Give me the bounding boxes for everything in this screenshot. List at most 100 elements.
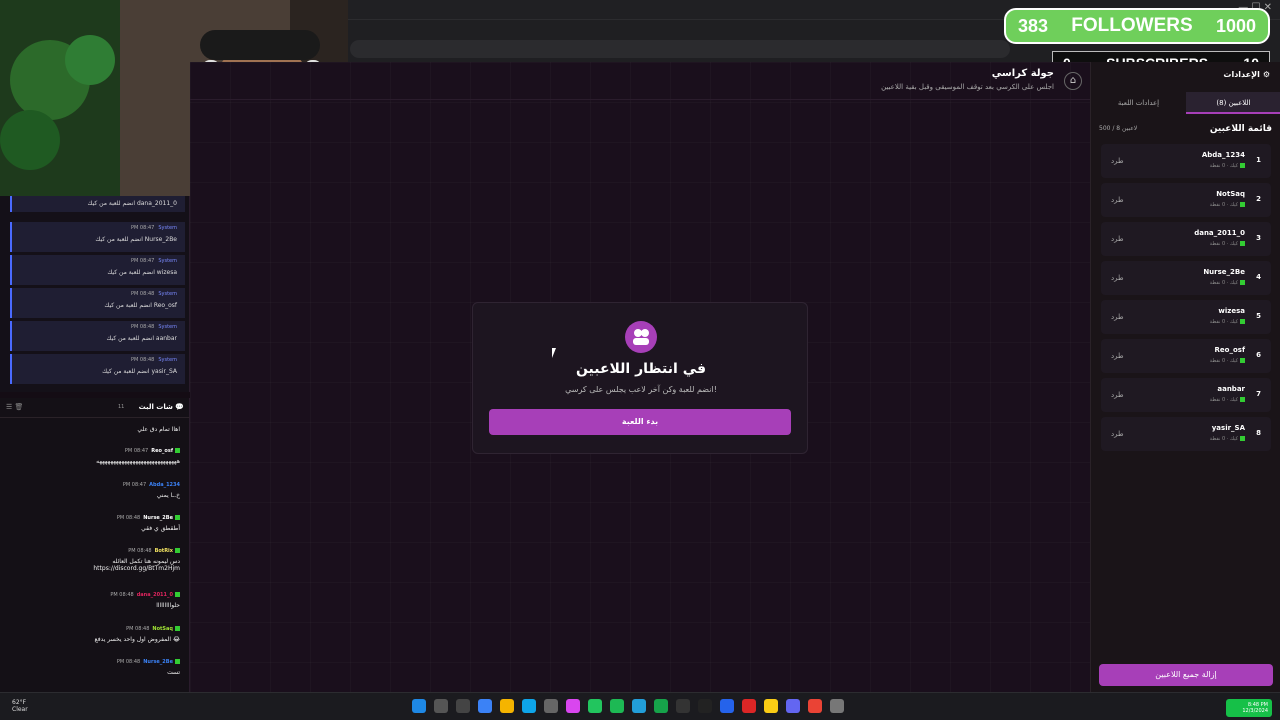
tab-players[interactable]: اللاعبين (8): [1186, 92, 1280, 114]
settings-icon[interactable]: [698, 699, 712, 713]
telegram-icon[interactable]: [632, 699, 646, 713]
waiting-title: في انتظار اللاعبين: [575, 361, 707, 377]
player-score: كيك · 0 نقطة: [1210, 319, 1245, 325]
remove-all-players-button[interactable]: إزالة جميع اللاعبين: [1099, 664, 1273, 686]
player-number: 2: [1256, 195, 1261, 203]
kick-button[interactable]: طرد: [1111, 352, 1124, 360]
round-subtitle: اجلس على الكرسي بعد توقف الموسيقى وقبل ب…: [881, 83, 1054, 91]
system-message-text: انضم للعبة من كيك dana_2011_0: [87, 200, 177, 207]
chat-message-meta: PM 08:47 Reo_osf: [125, 448, 180, 454]
player-number: 7: [1256, 390, 1261, 398]
file-explorer-icon[interactable]: [500, 699, 514, 713]
player-name: wizesa: [1218, 307, 1245, 315]
system-message-meta: PM 08:48 System: [131, 291, 177, 297]
player-name: Nurse_2Be: [1203, 268, 1245, 276]
player-number: 4: [1256, 273, 1261, 281]
system-message-text: انضم للعبة من كيك Nurse_2Be: [95, 236, 177, 243]
app-icon[interactable]: [676, 699, 690, 713]
edge-icon[interactable]: [522, 699, 536, 713]
kick-button[interactable]: طرد: [1111, 196, 1124, 204]
panel-tabs: إعدادات اللعبة اللاعبين (8): [1091, 92, 1280, 114]
player-score: كيك · 0 نقطة: [1210, 241, 1245, 247]
chat-menu-icon[interactable]: ☰ 🗑: [6, 403, 23, 411]
chat-message-text: اهاا تمام دق علي: [137, 426, 180, 433]
gear-icon[interactable]: ⚙: [1263, 70, 1270, 79]
system-message: PM 08:48 System انضم للعبة من كيك Reo_osf: [10, 288, 185, 318]
windows-start-icon[interactable]: [412, 699, 426, 713]
chat-message-text: خ.ـا يمني: [156, 492, 180, 499]
system-message-text: انضم للعبة من كيك wizesa: [107, 269, 177, 276]
chat-count: 11: [118, 404, 125, 410]
chat-message-text: تست: [167, 669, 180, 676]
player-number: 8: [1256, 429, 1261, 437]
notes-icon[interactable]: [764, 699, 778, 713]
kick-button[interactable]: طرد: [1111, 391, 1124, 399]
player-name: yasir_SA: [1211, 424, 1245, 432]
task-view-icon[interactable]: [456, 699, 470, 713]
player-row: طرد Nurse_2Be كيك · 0 نقطة 4: [1101, 261, 1271, 295]
player-name: NotSaq: [1216, 190, 1245, 198]
waiting-card: في انتظار اللاعبين انضم للعبة وكن آخر لا…: [472, 302, 808, 454]
store-icon[interactable]: [544, 699, 558, 713]
player-row: طرد NotSaq كيك · 0 نقطة 2: [1101, 183, 1271, 217]
weather-temp: 62°F: [12, 699, 27, 706]
spotify-icon[interactable]: [610, 699, 624, 713]
system-message: انضم للعبة من كيك dana_2011_0: [10, 196, 185, 212]
followers-label: FOLLOWERS: [1071, 15, 1193, 36]
kick-button[interactable]: طرد: [1111, 430, 1124, 438]
start-game-button[interactable]: بدء اللعبة: [489, 409, 791, 435]
kick-button[interactable]: طرد: [1111, 235, 1124, 243]
system-message-text: انضم للعبة من كيك Reo_osf: [104, 302, 177, 309]
tab-game-settings[interactable]: إعدادات اللعبة: [1091, 92, 1186, 114]
system-log-panel: انضم للعبة من كيك dana_2011_0 PM 08:47 Sy…: [0, 196, 190, 392]
system-message-text: انضم للعبة من كيك aanbar: [106, 335, 177, 342]
player-score: كيك · 0 نقطة: [1210, 358, 1245, 364]
xbox-icon[interactable]: [654, 699, 668, 713]
weather-widget[interactable]: 62°F Clear: [12, 699, 28, 713]
kick-button[interactable]: طرد: [1111, 274, 1124, 282]
kick-button[interactable]: طرد: [1111, 313, 1124, 321]
system-tray[interactable]: 8:48 PM 12/3/2024: [1192, 699, 1272, 717]
discord-icon[interactable]: [786, 699, 800, 713]
obs-icon[interactable]: [742, 699, 756, 713]
followers-goal-counter: 383 FOLLOWERS 1000: [1004, 8, 1270, 44]
player-score: كيك · 0 نقطة: [1210, 163, 1245, 169]
player-list: طرد Abda_1234 كيك · 0 نقطة 1 طرد NotSaq …: [1101, 144, 1271, 456]
system-message-text: انضم للعبة من كيك yasir_SA: [102, 368, 177, 375]
clock[interactable]: 8:48 PM 12/3/2024: [1242, 702, 1268, 714]
player-number: 3: [1256, 234, 1261, 242]
home-icon[interactable]: ⌂: [1064, 72, 1082, 90]
system-message: PM 08:47 System انضم للعبة من كيك Nurse_2…: [10, 222, 185, 252]
chat-message-text: هههههههههههههههههههههههههههههه: [96, 458, 180, 465]
waiting-subtitle: انضم للعبة وكن آخر لاعب يجلس على كرسي!: [565, 385, 717, 394]
app-icon[interactable]: [478, 699, 492, 713]
player-score: كيك · 0 نقطة: [1210, 436, 1245, 442]
followers-current: 383: [1018, 15, 1049, 36]
system-message: PM 08:48 System انضم للعبة من كيك yasir_S…: [10, 354, 185, 384]
player-name: aanbar: [1217, 385, 1245, 393]
instagram-icon[interactable]: [566, 699, 580, 713]
chat-message-meta: PM 08:48 dana_2011_0: [110, 592, 180, 598]
chrome-icon[interactable]: [808, 699, 822, 713]
whatsapp-icon[interactable]: [588, 699, 602, 713]
player-score: كيك · 0 نقطة: [1210, 202, 1245, 208]
chat-message-text[interactable]: دس ليمونه هنا تكمل العائله https://disco…: [30, 558, 180, 572]
kick-button[interactable]: طرد: [1111, 157, 1124, 165]
settings-header[interactable]: الإعدادات ⚙: [1223, 70, 1270, 79]
chat-message-meta: PM 08:47 Abda_1234: [122, 482, 180, 488]
player-name: Reo_osf: [1214, 346, 1245, 354]
app-icon[interactable]: [720, 699, 734, 713]
taskbar: 62°F Clear 8:48 PM 12/3/2024: [0, 692, 1280, 720]
address-bar[interactable]: [350, 40, 1010, 58]
player-list-title: قائمة اللاعبين: [1209, 124, 1272, 134]
search-icon[interactable]: [434, 699, 448, 713]
chat-title: شات البث 💬: [138, 403, 184, 411]
chat-message-text: أطقطق ي فقي: [141, 525, 180, 532]
player-number: 5: [1256, 312, 1261, 320]
app-icon[interactable]: [830, 699, 844, 713]
chat-header: ☰ 🗑 11 شات البث 💬: [0, 398, 190, 418]
game-area: ⌂ جولة كراسي اجلس على الكرسي بعد توقف ال…: [190, 62, 1090, 692]
mouse-cursor-icon: [552, 348, 560, 358]
game-header: ⌂ جولة كراسي اجلس على الكرسي بعد توقف ال…: [190, 62, 1090, 100]
player-count: 500 / 8 لاعبين: [1099, 125, 1138, 132]
